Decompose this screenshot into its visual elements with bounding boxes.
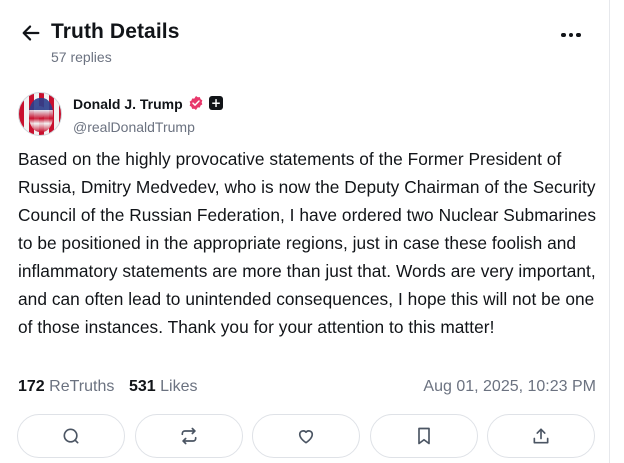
more-options-button[interactable] xyxy=(558,24,584,46)
retruths-stat[interactable]: 172 ReTruths xyxy=(18,378,114,396)
avatar[interactable] xyxy=(18,92,62,136)
back-button[interactable] xyxy=(20,22,42,44)
post-body: Based on the highly provocative statemen… xyxy=(18,149,597,337)
action-bar xyxy=(17,414,595,458)
retruths-count: 172 xyxy=(18,378,45,395)
more-horizontal-icon xyxy=(561,32,566,38)
repost-icon xyxy=(181,427,197,445)
page-title: Truth Details xyxy=(51,20,180,43)
truth-details-panel: Truth Details 57 replies Donald J. Trump… xyxy=(0,0,610,463)
author-name[interactable]: Donald J. Trump xyxy=(73,96,183,112)
replies-count: 57 replies xyxy=(51,49,112,65)
post-stats: 172 ReTruths 531 Likes Aug 01, 2025, 10:… xyxy=(18,378,596,400)
likes-label: Likes xyxy=(160,378,198,395)
likes-count: 531 xyxy=(129,378,156,395)
verified-badge-icon xyxy=(189,96,203,110)
plus-badge-icon: + xyxy=(209,96,223,110)
share-icon xyxy=(533,428,549,444)
likes-stat[interactable]: 531 Likes xyxy=(129,378,198,396)
bookmark-button[interactable] xyxy=(370,414,478,458)
post-author: Donald J. Trump + @realDonaldTrump xyxy=(18,92,578,138)
heart-icon xyxy=(298,430,314,444)
avatar-image xyxy=(29,98,53,132)
like-button[interactable] xyxy=(252,414,360,458)
comment-icon xyxy=(63,428,79,444)
retruth-button[interactable] xyxy=(135,414,243,458)
retruths-label: ReTruths xyxy=(49,378,115,395)
bookmark-icon xyxy=(418,427,430,445)
author-handle[interactable]: @realDonaldTrump xyxy=(73,119,195,135)
share-button[interactable] xyxy=(487,414,595,458)
page-header: Truth Details 57 replies xyxy=(18,20,598,70)
reply-button[interactable] xyxy=(17,414,125,458)
post-timestamp: Aug 01, 2025, 10:23 PM xyxy=(423,378,596,395)
arrow-left-icon xyxy=(22,25,40,41)
